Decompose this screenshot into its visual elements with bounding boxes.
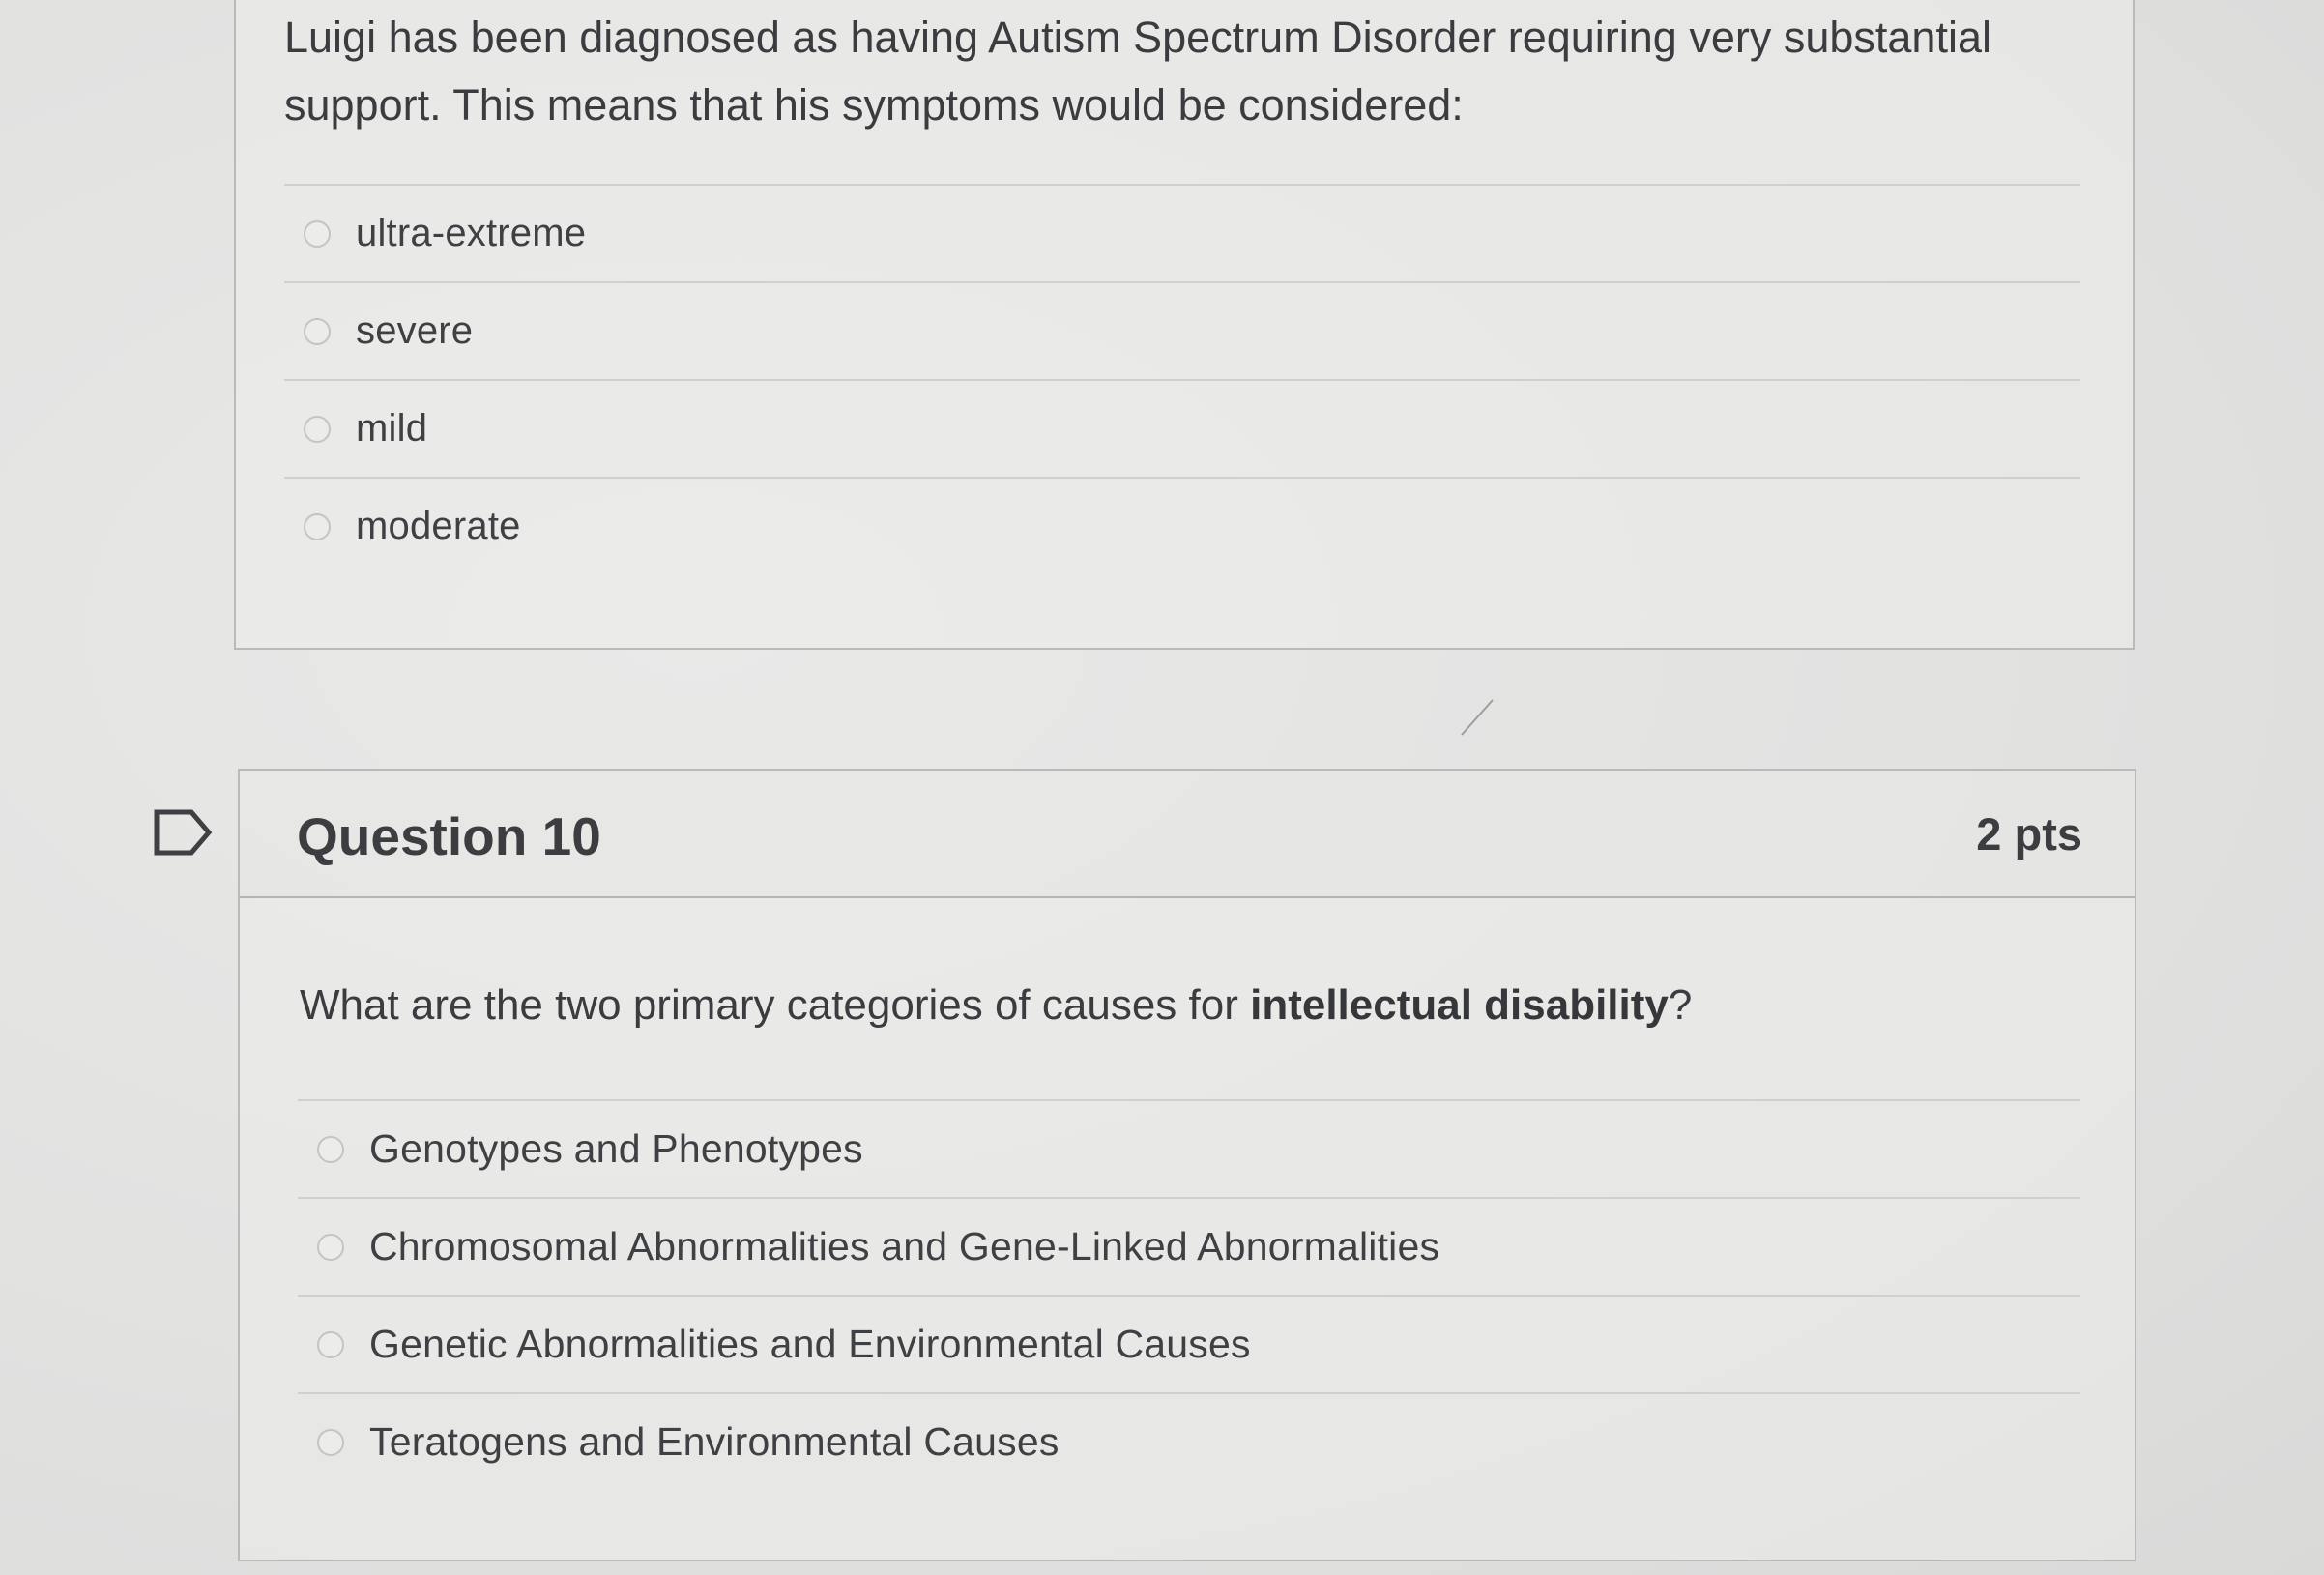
answer-option[interactable]: Chromosomal Abnormalities and Gene-Linke… <box>298 1197 2080 1295</box>
flag-question-icon[interactable] <box>153 808 213 857</box>
radio-unselected-icon[interactable] <box>317 1428 344 1456</box>
screen-scratch-mark <box>1461 699 1494 736</box>
answer-label[interactable]: Chromosomal Abnormalities and Gene-Linke… <box>369 1224 1439 1269</box>
question-9-answer-list: ultra-extreme severe mild moderate <box>284 184 2080 574</box>
prompt-text: What are the two primary categories of c… <box>300 981 1251 1029</box>
answer-label[interactable]: ultra-extreme <box>356 212 586 255</box>
answer-label[interactable]: Genotypes and Phenotypes <box>369 1126 863 1172</box>
answer-label[interactable]: severe <box>356 309 473 353</box>
answer-option[interactable]: severe <box>284 281 2080 379</box>
question-9-card: Luigi has been diagnosed as having Autis… <box>234 0 2135 650</box>
answer-option[interactable]: Genetic Abnormalities and Environmental … <box>298 1295 2080 1392</box>
question-10-answer-list: Genotypes and Phenotypes Chromosomal Abn… <box>298 1099 2080 1490</box>
radio-unselected-icon[interactable] <box>304 415 331 443</box>
answer-option[interactable]: moderate <box>284 477 2080 574</box>
answer-option[interactable]: ultra-extreme <box>284 184 2080 281</box>
radio-unselected-icon[interactable] <box>304 317 331 345</box>
answer-label[interactable]: Genetic Abnormalities and Environmental … <box>369 1322 1251 1367</box>
radio-unselected-icon[interactable] <box>317 1135 344 1163</box>
radio-unselected-icon[interactable] <box>304 219 331 248</box>
answer-label[interactable]: moderate <box>356 505 521 548</box>
answer-label[interactable]: mild <box>356 407 427 451</box>
prompt-end: ? <box>1668 981 1693 1029</box>
question-10-card: Question 10 2 pts What are the two prima… <box>238 769 2136 1561</box>
answer-label[interactable]: Teratogens and Environmental Causes <box>369 1419 1060 1465</box>
question-title: Question 10 <box>297 806 601 866</box>
answer-option[interactable]: mild <box>284 379 2080 477</box>
radio-unselected-icon[interactable] <box>304 512 331 540</box>
question-10-prompt: What are the two primary categories of c… <box>300 981 1692 1030</box>
radio-unselected-icon[interactable] <box>317 1233 344 1261</box>
prompt-bold-term: intellectual disability <box>1250 981 1669 1029</box>
answer-option[interactable]: Genotypes and Phenotypes <box>298 1099 2080 1197</box>
question-10-header: Question 10 2 pts <box>240 771 2135 898</box>
answer-option[interactable]: Teratogens and Environmental Causes <box>298 1392 2080 1490</box>
radio-unselected-icon[interactable] <box>317 1330 344 1358</box>
question-9-prompt: Luigi has been diagnosed as having Autis… <box>284 13 1991 130</box>
question-points: 2 pts <box>1976 808 2082 860</box>
